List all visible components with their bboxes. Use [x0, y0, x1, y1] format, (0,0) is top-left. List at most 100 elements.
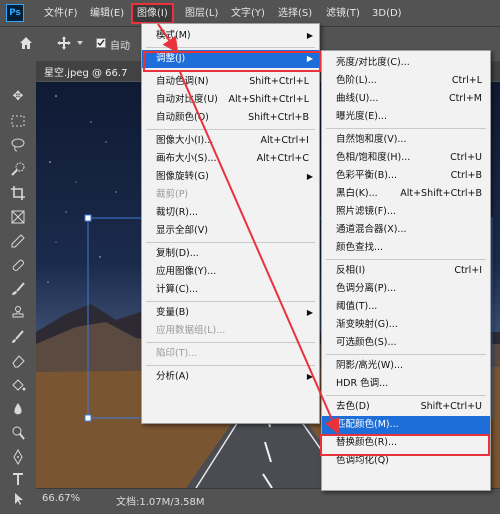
image-menu-item[interactable]: 自动颜色(O) Shift+Ctrl+B: [142, 109, 319, 127]
adjust-menu-item[interactable]: 反相(I) Ctrl+I: [322, 262, 490, 280]
adjust-menu-item[interactable]: 色调均化(Q): [322, 452, 490, 470]
adjust-menu-item[interactable]: 色相/饱和度(H)... Ctrl+U: [322, 149, 490, 167]
image-menu-item[interactable]: 画布大小(S)... Alt+Ctrl+C: [142, 150, 319, 168]
image-menu-item-shortcut: Alt+Ctrl+I: [260, 135, 310, 146]
adjust-menu-item-label: 匹配颜色(M)...: [336, 419, 399, 430]
crop-icon[interactable]: [8, 183, 28, 203]
auto-select-checkbox[interactable]: [96, 38, 106, 48]
blur-icon[interactable]: [8, 399, 28, 419]
pen-icon[interactable]: [8, 447, 28, 467]
menu-image[interactable]: 图像(I): [131, 3, 174, 24]
adjust-menu-item[interactable]: 可选颜色(S)...: [322, 334, 490, 352]
image-menu-item[interactable]: 模式(M) ▶: [142, 27, 319, 45]
eraser-icon[interactable]: [8, 351, 28, 371]
adjust-menu-item[interactable]: 照片滤镜(F)...: [322, 203, 490, 221]
image-menu-item[interactable]: 调整(J) ▶: [142, 50, 319, 68]
adjust-menu-item[interactable]: 黑白(K)... Alt+Shift+Ctrl+B: [322, 185, 490, 203]
adjust-menu-item[interactable]: 曝光度(E)...: [322, 108, 490, 126]
adjust-menu-item[interactable]: 渐变映射(G)...: [322, 316, 490, 334]
adjust-menu-item-label: 照片滤镜(F)...: [336, 206, 396, 217]
menu-separator: [326, 395, 486, 396]
image-menu-item-label: 调整(J): [156, 53, 186, 64]
document-tab[interactable]: 星空.jpeg @ 66.7: [44, 64, 127, 79]
frame-icon[interactable]: [8, 207, 28, 227]
image-menu-item[interactable]: 自动色调(N) Shift+Ctrl+L: [142, 73, 319, 91]
image-menu-item[interactable]: 自动对比度(U) Alt+Shift+Ctrl+L: [142, 91, 319, 109]
image-menu-item[interactable]: 应用图像(Y)...: [142, 263, 319, 281]
image-menu-item-label: 自动颜色(O): [156, 112, 209, 123]
menu-filter[interactable]: 滤镜(T): [322, 5, 364, 22]
adjust-menu-item[interactable]: 去色(D) Shift+Ctrl+U: [322, 398, 490, 416]
adjust-menu-item[interactable]: 匹配颜色(M)...: [322, 416, 490, 434]
image-menu-item[interactable]: 显示全部(V): [142, 222, 319, 240]
submenu-arrow-icon: ▶: [306, 172, 313, 181]
adjust-menu-item[interactable]: 色调分离(P)...: [322, 280, 490, 298]
tools-panel: ✥: [0, 61, 37, 508]
adjust-menu-item-label: 色阶(L)...: [336, 75, 377, 86]
adjust-menu-item[interactable]: 色阶(L)... Ctrl+L: [322, 72, 490, 90]
menu-edit[interactable]: 编辑(E): [86, 5, 128, 22]
quick-select-icon[interactable]: [8, 159, 28, 179]
adjust-menu-item[interactable]: 阴影/高光(W)...: [322, 357, 490, 375]
image-menu-item-label: 应用数据组(L)...: [156, 325, 226, 336]
stamp-icon[interactable]: [8, 303, 28, 323]
menu-separator: [146, 129, 315, 130]
image-menu-item-label: 画布大小(S)...: [156, 153, 217, 164]
menu-separator: [326, 259, 486, 260]
adjust-menu-item[interactable]: HDR 色调...: [322, 375, 490, 393]
move-tool-icon[interactable]: [56, 35, 72, 51]
adjust-menu-item[interactable]: 曲线(U)... Ctrl+M: [322, 90, 490, 108]
adjust-menu-item[interactable]: 阈值(T)...: [322, 298, 490, 316]
eyedropper-icon[interactable]: [8, 231, 28, 251]
adjust-menu-item[interactable]: 替换颜色(R)...: [322, 434, 490, 452]
move-icon[interactable]: ✥: [8, 87, 28, 107]
paint-bucket-icon[interactable]: [8, 375, 28, 395]
image-menu-item[interactable]: 分析(A) ▶: [142, 368, 319, 386]
brush-icon[interactable]: [8, 279, 28, 299]
adjust-menu-item-shortcut: Ctrl+B: [450, 170, 482, 181]
image-menu-item-label: 计算(C)...: [156, 284, 199, 295]
history-brush-icon[interactable]: [8, 327, 28, 347]
menu-select[interactable]: 选择(S): [274, 5, 316, 22]
auto-select-label: 自动: [110, 41, 130, 52]
path-select-icon[interactable]: [8, 489, 28, 509]
image-menu-item[interactable]: 裁切(R)...: [142, 204, 319, 222]
adjust-menu-item-label: 曝光度(E)...: [336, 111, 387, 122]
marquee-icon[interactable]: [8, 111, 28, 131]
zoom-level[interactable]: 66.67%: [42, 493, 80, 504]
image-menu-item[interactable]: 图像大小(I)... Alt+Ctrl+I: [142, 132, 319, 150]
adjust-menu-item[interactable]: 自然饱和度(V)...: [322, 131, 490, 149]
image-menu-item[interactable]: 计算(C)...: [142, 281, 319, 299]
image-menu-item-label: 变量(B): [156, 307, 189, 318]
adjust-menu-item-label: 色彩平衡(B)...: [336, 170, 397, 181]
adjust-menu-item-shortcut: Ctrl+U: [450, 152, 482, 163]
adjustments-submenu: 亮度/对比度(C)... 色阶(L)... Ctrl+L 曲线(U)... Ctrl+M…: [321, 50, 491, 491]
image-menu-item[interactable]: 复制(D)...: [142, 245, 319, 263]
adjust-menu-item[interactable]: 通道混合器(X)...: [322, 221, 490, 239]
lasso-icon[interactable]: [8, 135, 28, 155]
adjust-menu-item-label: 去色(D): [336, 401, 370, 412]
image-menu-item-label: 裁剪(P): [156, 189, 189, 200]
image-menu-item-label: 裁切(R)...: [156, 207, 199, 218]
adjust-menu-item-label: 黑白(K)...: [336, 188, 378, 199]
home-icon[interactable]: [18, 35, 34, 51]
image-menu-item-shortcut: Shift+Ctrl+B: [248, 112, 309, 123]
adjust-menu-item[interactable]: 亮度/对比度(C)...: [322, 54, 490, 72]
adjust-menu-item[interactable]: 色彩平衡(B)... Ctrl+B: [322, 167, 490, 185]
menu-layer[interactable]: 图层(L): [181, 5, 222, 22]
image-menu-item[interactable]: 图像旋转(G) ▶: [142, 168, 319, 186]
menu-separator: [326, 128, 486, 129]
healing-brush-icon[interactable]: [8, 255, 28, 275]
adjust-menu-item-label: 色调分离(P)...: [336, 283, 397, 294]
dodge-icon[interactable]: [8, 423, 28, 443]
image-menu-item: 裁剪(P): [142, 186, 319, 204]
image-menu-item-label: 复制(D)...: [156, 248, 199, 259]
adjust-menu-item-label: 阴影/高光(W)...: [336, 360, 404, 371]
menu-file[interactable]: 文件(F): [40, 5, 82, 22]
type-tool-icon[interactable]: [8, 469, 28, 489]
chevron-down-icon[interactable]: [76, 39, 84, 47]
menu-type[interactable]: 文字(Y): [227, 5, 269, 22]
adjust-menu-item[interactable]: 颜色查找...: [322, 239, 490, 257]
image-menu-item[interactable]: 变量(B) ▶: [142, 304, 319, 322]
menu-3d[interactable]: 3D(D): [368, 5, 406, 22]
